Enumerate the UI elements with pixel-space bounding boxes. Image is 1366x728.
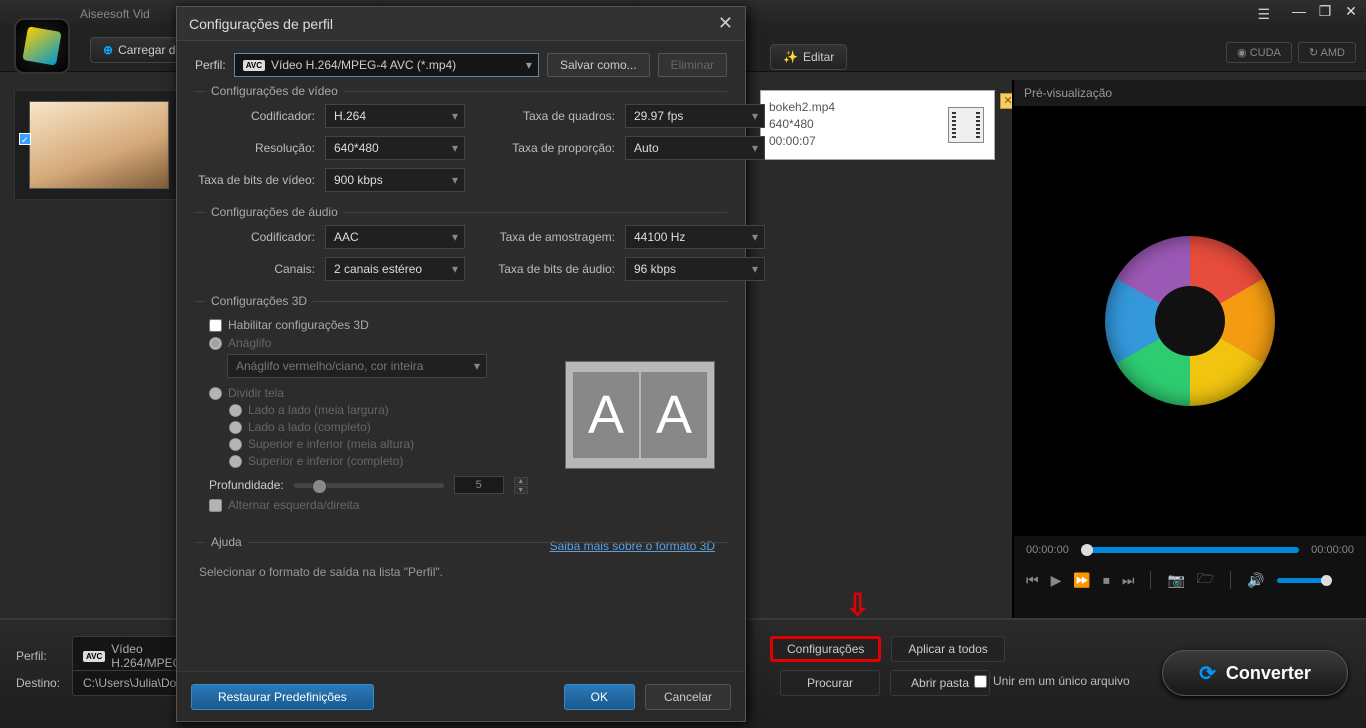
amd-badge[interactable]: ↻ AMD (1298, 42, 1356, 63)
stop-button[interactable]: ⏹ (1103, 572, 1110, 589)
menu-icon[interactable]: ☰ (1257, 6, 1270, 23)
audio-samplerate-select[interactable]: 44100 Hz (625, 225, 765, 249)
sbs-half-radio[interactable] (229, 404, 242, 417)
video-settings-group: Configurações de vídeo Codificador: H.26… (195, 91, 727, 198)
prev-button[interactable]: ⏮ (1026, 572, 1039, 589)
cancel-button[interactable]: Cancelar (645, 684, 731, 710)
save-as-button[interactable]: Salvar como... (547, 53, 650, 77)
edit-button[interactable]: ✨Editar (770, 44, 847, 70)
depth-down[interactable]: ▼ (514, 486, 528, 494)
merge-checkbox[interactable] (974, 675, 987, 688)
avc-badge-icon: AVC (243, 60, 265, 71)
anaglyph-radio-row[interactable]: Anáglifo (209, 336, 727, 350)
tb-full-radio[interactable] (229, 455, 242, 468)
minimize-button[interactable]: — (1290, 4, 1308, 18)
thumbnail-checkbox[interactable] (19, 133, 31, 145)
app-logo (14, 18, 70, 74)
convert-button[interactable]: ⟳ Converter (1162, 650, 1348, 696)
dlg-profile-label: Perfil: (195, 58, 226, 72)
fast-forward-button[interactable]: ⏩ (1073, 572, 1090, 589)
help-group: Ajuda Selecionar o formato de saída na l… (195, 542, 727, 585)
3d-preview-box: AA (565, 361, 715, 469)
video-bitrate-select[interactable]: 900 kbps (325, 168, 465, 192)
anaglyph-type-select[interactable]: Anáglifo vermelho/ciano, cor inteira (227, 354, 487, 378)
audio-settings-group: Configurações de áudio Codificador: AAC … (195, 212, 727, 287)
dialog-title-bar: Configurações de perfil ✕ (177, 7, 745, 41)
settings-button[interactable]: Configurações (770, 636, 881, 662)
video-encoder-select[interactable]: H.264 (325, 104, 465, 128)
volume-icon[interactable]: 🔊 (1247, 572, 1264, 589)
video-fps-select[interactable]: 29.97 fps (625, 104, 765, 128)
preview-panel: Pré-visualização 00:00:00 00:00:00 ⏮ ▶ ⏩… (1012, 80, 1366, 618)
play-button[interactable]: ▶ (1051, 572, 1062, 589)
enable-3d-checkbox[interactable] (209, 319, 222, 332)
swap-lr-checkbox[interactable] (209, 499, 222, 512)
ok-button[interactable]: OK (564, 684, 635, 710)
video-resolution-select[interactable]: 640*480 (325, 136, 465, 160)
app-title: Aiseesoft Vid (80, 7, 150, 21)
cuda-badge[interactable]: ◉ CUDA (1226, 42, 1292, 63)
apply-to-all-button[interactable]: Aplicar a todos (891, 636, 1004, 662)
dialog-title: Configurações de perfil (189, 16, 333, 32)
merge-checkbox-row[interactable]: Unir em um único arquivo (974, 674, 1130, 688)
avc-format-icon (948, 107, 984, 143)
split-radio[interactable] (209, 387, 222, 400)
help-text: Selecionar o formato de saída na lista "… (199, 565, 727, 579)
sbs-full-radio[interactable] (229, 421, 242, 434)
enable-3d-row[interactable]: Habilitar configurações 3D (209, 318, 727, 332)
browse-button[interactable]: Procurar (780, 670, 880, 696)
preview-title: Pré-visualização (1014, 80, 1366, 106)
destination-label: Destino: (16, 676, 64, 690)
profile-settings-dialog: Configurações de perfil ✕ Perfil: AVC Ví… (176, 6, 746, 722)
open-snapshot-folder-button[interactable]: 🗁 (1197, 568, 1214, 592)
highlight-arrow-icon (845, 588, 870, 623)
depth-label: Profundidade: (209, 478, 284, 492)
seek-slider[interactable] (1081, 547, 1299, 553)
preview-viewport (1014, 106, 1366, 536)
volume-slider[interactable] (1277, 578, 1327, 583)
video-aspect-select[interactable]: Auto (625, 136, 765, 160)
swap-lr-row[interactable]: Alternar esquerda/direita (209, 498, 727, 512)
dialog-close-button[interactable]: ✕ (718, 13, 733, 34)
maximize-button[interactable]: ❐ (1316, 4, 1334, 18)
audio-channels-select[interactable]: 2 canais estéreo (325, 257, 465, 281)
time-current: 00:00:00 (1026, 544, 1069, 556)
depth-value[interactable]: 5 (454, 476, 504, 494)
refresh-icon: ⟳ (1199, 661, 1216, 686)
delete-profile-button[interactable]: Eliminar (658, 53, 727, 77)
aperture-logo (1105, 236, 1275, 406)
tb-half-radio[interactable] (229, 438, 242, 451)
destination-path[interactable]: C:\Users\Julia\Documen (72, 670, 190, 696)
snapshot-button[interactable]: 📷 (1167, 572, 1184, 589)
profile-label: Perfil: (16, 649, 64, 663)
close-button[interactable]: ✕ (1342, 4, 1360, 18)
next-button[interactable]: ⏭ (1122, 572, 1135, 589)
dialog-footer: Restaurar Predefinições OK Cancelar (177, 671, 745, 721)
dlg-profile-select[interactable]: AVC Vídeo H.264/MPEG-4 AVC (*.mp4) (234, 53, 539, 77)
time-total: 00:00:00 (1311, 544, 1354, 556)
restore-defaults-button[interactable]: Restaurar Predefinições (191, 684, 374, 710)
source-thumbnail-panel (14, 90, 184, 200)
audio-encoder-select[interactable]: AAC (325, 225, 465, 249)
depth-up[interactable]: ▲ (514, 477, 528, 485)
anaglyph-radio[interactable] (209, 337, 222, 350)
file-info-card[interactable]: bokeh2.mp4 640*480 00:00:07 ✕ (760, 90, 995, 160)
audio-bitrate-select[interactable]: 96 kbps (625, 257, 765, 281)
depth-slider[interactable] (294, 483, 444, 488)
video-thumbnail[interactable] (29, 101, 169, 189)
